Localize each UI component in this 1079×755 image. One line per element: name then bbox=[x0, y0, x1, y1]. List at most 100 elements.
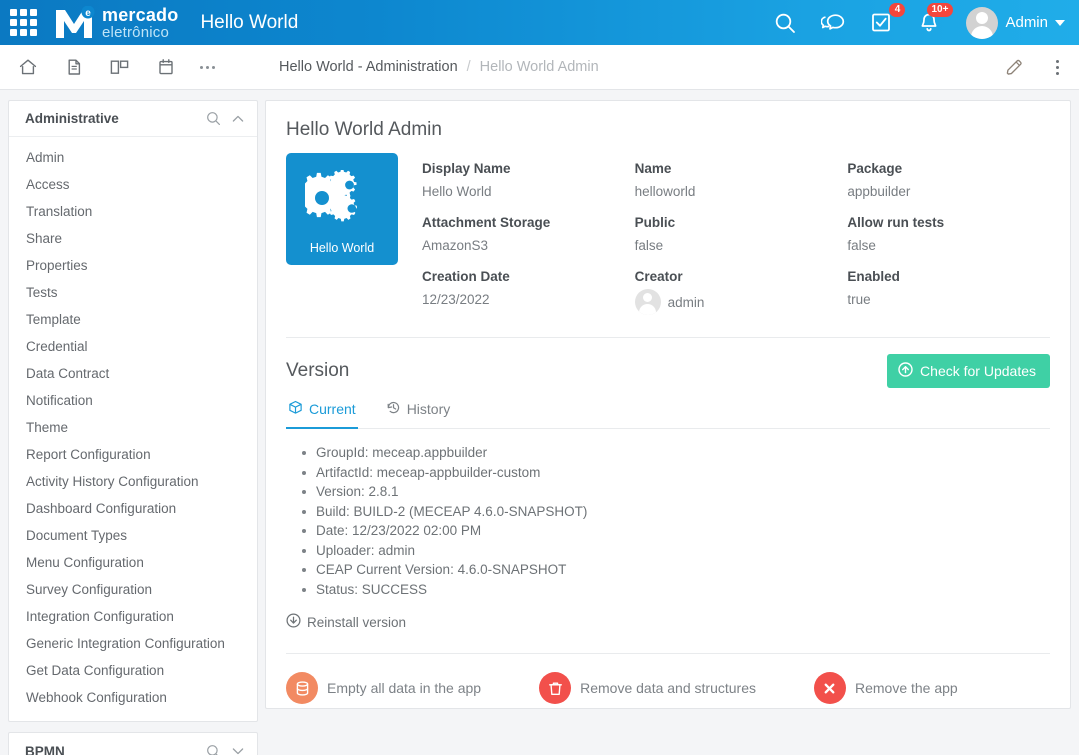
grid-cell bbox=[19, 19, 27, 26]
brand-logo[interactable]: e mercado eletrônico bbox=[54, 5, 178, 40]
field-label: Name bbox=[634, 161, 672, 176]
top-header-bar: e mercado eletrônico Hello World 4 10+ A… bbox=[0, 0, 1079, 45]
field-label: Display Name bbox=[422, 161, 511, 176]
reinstall-version-label: Reinstall version bbox=[307, 614, 407, 630]
sidebar-item-document-types[interactable]: Document Types bbox=[9, 522, 257, 549]
field-label: Package bbox=[847, 161, 903, 176]
apps-grid-icon[interactable] bbox=[6, 6, 40, 40]
field-label: Attachment Storage bbox=[422, 215, 551, 230]
field-label: Enabled bbox=[847, 269, 900, 284]
sidebar-item-integration-configuration[interactable]: Integration Configuration bbox=[9, 603, 257, 630]
grid-cell bbox=[29, 9, 37, 16]
empty-all-data-action[interactable]: Empty all data in the app bbox=[286, 672, 481, 704]
tab-history[interactable]: History bbox=[384, 400, 453, 429]
board-icon[interactable] bbox=[108, 55, 132, 79]
sidebar-item-get-data-configuration[interactable]: Get Data Configuration bbox=[9, 657, 257, 684]
field-display-name: Display Name Hello World bbox=[422, 159, 625, 209]
documents-icon[interactable] bbox=[62, 55, 86, 79]
sidebar-item-menu-configuration[interactable]: Menu Configuration bbox=[9, 549, 257, 576]
field-creator: Creator admin bbox=[634, 267, 838, 317]
user-menu[interactable]: Admin bbox=[966, 6, 1065, 39]
tasks-icon[interactable]: 4 bbox=[868, 2, 906, 36]
grid-cell bbox=[19, 29, 27, 36]
sidebar-item-access[interactable]: Access bbox=[9, 171, 257, 198]
chevron-down-icon bbox=[1055, 19, 1065, 26]
sidebar-item-credential[interactable]: Credential bbox=[9, 333, 257, 360]
list-item: Uploader: admin bbox=[302, 541, 1050, 561]
list-item: GroupId: meceap.appbuilder bbox=[302, 443, 1050, 463]
sidebar-item-share[interactable]: Share bbox=[9, 225, 257, 252]
sub-toolbar-icons bbox=[10, 55, 215, 79]
user-name: Admin bbox=[1005, 14, 1048, 31]
remove-data-structures-action[interactable]: Remove data and structures bbox=[539, 672, 756, 704]
page-body: Administrative Admin Access Translation … bbox=[0, 90, 1079, 755]
download-circle-icon bbox=[286, 613, 301, 631]
search-icon[interactable] bbox=[206, 111, 221, 126]
app-title: Hello World bbox=[200, 11, 299, 33]
list-item: ArtifactId: meceap-appbuilder-custom bbox=[302, 463, 1050, 483]
field-value: 12/23/2022 bbox=[422, 292, 490, 307]
remove-app-label: Remove the app bbox=[854, 680, 958, 696]
home-icon[interactable] bbox=[16, 55, 40, 79]
tasks-badge: 4 bbox=[889, 2, 906, 17]
chat-icon[interactable] bbox=[820, 10, 846, 36]
notifications-icon[interactable]: 10+ bbox=[916, 2, 954, 36]
sidebar-item-theme[interactable]: Theme bbox=[9, 414, 257, 441]
search-icon[interactable] bbox=[772, 10, 798, 36]
chevron-up-icon[interactable] bbox=[231, 112, 245, 126]
grid-cell bbox=[9, 29, 17, 36]
list-item: Status: SUCCESS bbox=[302, 580, 1050, 600]
field-label: Allow run tests bbox=[847, 215, 945, 230]
breadcrumb-current: Hello World Admin bbox=[479, 59, 599, 75]
sidebar-item-notification[interactable]: Notification bbox=[9, 387, 257, 414]
field-value: AmazonS3 bbox=[422, 238, 489, 253]
close-x-icon bbox=[813, 672, 846, 704]
grid-cell bbox=[9, 19, 17, 26]
more-horizontal-icon[interactable] bbox=[200, 65, 215, 69]
calendar-icon[interactable] bbox=[154, 55, 178, 79]
check-for-updates-button[interactable]: Check for Updates bbox=[887, 354, 1050, 388]
more-vertical-icon[interactable] bbox=[1050, 56, 1065, 79]
edit-pencil-icon[interactable] bbox=[1002, 55, 1026, 79]
sidebar-item-data-contract[interactable]: Data Contract bbox=[9, 360, 257, 387]
creator-avatar bbox=[634, 289, 661, 315]
main-content-card: Hello World Admin Hello World Display Na… bbox=[265, 100, 1071, 709]
svg-text:e: e bbox=[85, 8, 91, 19]
sidebar-item-template[interactable]: Template bbox=[9, 306, 257, 333]
topbar-actions: 4 10+ Admin bbox=[772, 2, 1065, 39]
notifications-badge: 10+ bbox=[926, 2, 954, 17]
trash-icon bbox=[539, 672, 572, 704]
sidebar-item-webhook-configuration[interactable]: Webhook Configuration bbox=[9, 684, 257, 711]
sidebar-item-activity-history-configuration[interactable]: Activity History Configuration bbox=[9, 468, 257, 495]
field-public: Public false bbox=[635, 213, 838, 263]
search-icon[interactable] bbox=[206, 744, 221, 755]
field-value: Hello World bbox=[422, 184, 492, 199]
app-info-row: Hello World Display Name Hello World Nam… bbox=[266, 147, 1070, 317]
field-creation-date: Creation Date 12/23/2022 bbox=[422, 267, 625, 317]
field-value: false bbox=[847, 238, 876, 253]
sub-toolbar-right bbox=[1002, 55, 1065, 79]
sidebar-item-translation[interactable]: Translation bbox=[9, 198, 257, 225]
sidebar-item-properties[interactable]: Properties bbox=[9, 252, 257, 279]
breadcrumb: Hello World - Administration / Hello Wor… bbox=[279, 59, 599, 75]
field-value: appbuilder bbox=[847, 184, 911, 199]
field-attachment-storage: Attachment Storage AmazonS3 bbox=[422, 213, 625, 263]
breadcrumb-parent[interactable]: Hello World - Administration bbox=[279, 59, 458, 75]
tab-current[interactable]: Current bbox=[286, 400, 358, 429]
sidebar-panel-bpmn: BPMN bbox=[8, 732, 258, 755]
tab-history-label: History bbox=[406, 401, 451, 417]
sidebar-item-admin[interactable]: Admin bbox=[9, 144, 257, 171]
version-details-list: GroupId: meceap.appbuilder ArtifactId: m… bbox=[266, 429, 1070, 599]
reinstall-version-link[interactable]: Reinstall version bbox=[286, 613, 406, 631]
brand-mark-icon: e bbox=[54, 5, 100, 40]
list-item: CEAP Current Version: 4.6.0-SNAPSHOT bbox=[302, 560, 1050, 580]
sidebar-item-dashboard-configuration[interactable]: Dashboard Configuration bbox=[9, 495, 257, 522]
field-package: Package appbuilder bbox=[847, 159, 1050, 209]
sidebar-item-generic-integration-configuration[interactable]: Generic Integration Configuration bbox=[9, 630, 257, 657]
sidebar-item-survey-configuration[interactable]: Survey Configuration bbox=[9, 576, 257, 603]
sidebar-item-tests[interactable]: Tests bbox=[9, 279, 257, 306]
chevron-down-icon[interactable] bbox=[231, 744, 245, 755]
sidebar-item-report-configuration[interactable]: Report Configuration bbox=[9, 441, 257, 468]
remove-app-action[interactable]: Remove the app bbox=[813, 672, 958, 704]
field-value: false bbox=[634, 238, 664, 253]
